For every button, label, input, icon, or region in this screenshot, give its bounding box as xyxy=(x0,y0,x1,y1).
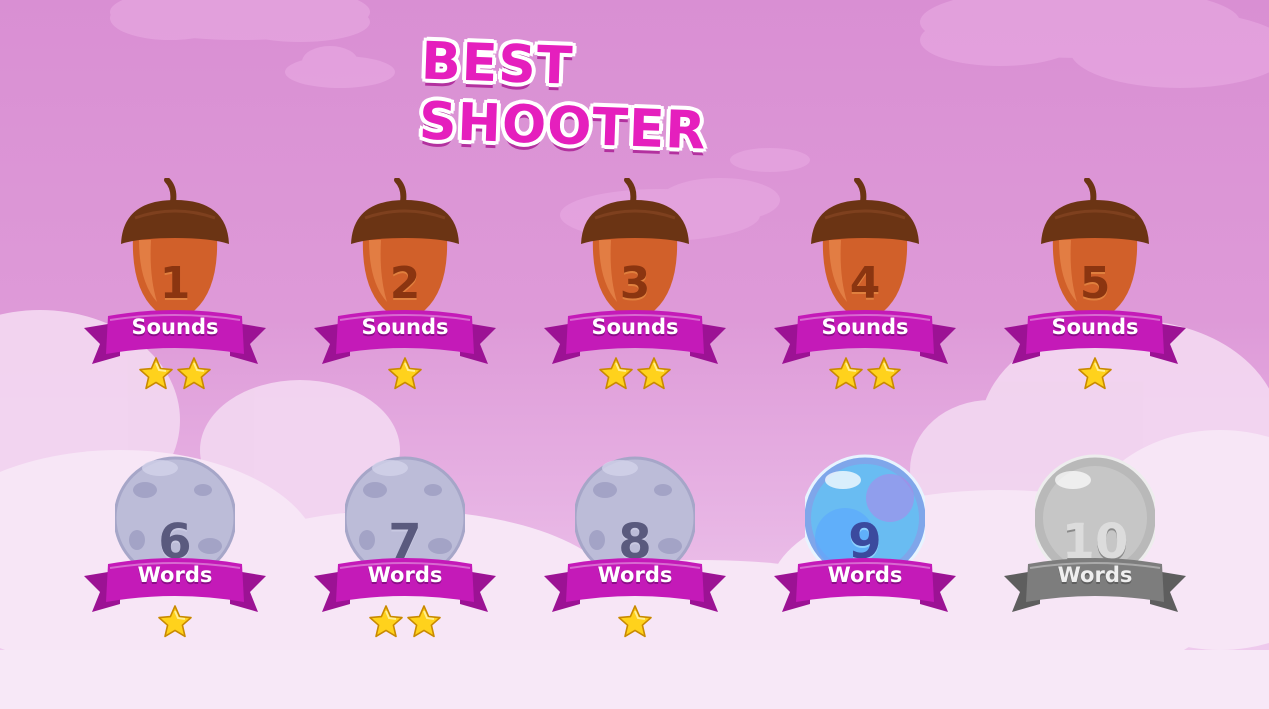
level-6-button[interactable]: 6 Words xyxy=(80,456,270,688)
level-5-button[interactable]: 5 Sounds xyxy=(1000,178,1190,408)
level-category-label: Sounds xyxy=(1051,315,1139,339)
star-icon xyxy=(407,605,441,638)
star-icon xyxy=(158,605,192,638)
level-category-label: Sounds xyxy=(821,315,909,339)
level-3-button[interactable]: 3 Sounds xyxy=(540,178,730,408)
game-title: BEST SHOOTER xyxy=(418,32,850,162)
star-icon xyxy=(637,357,671,390)
level-stars xyxy=(80,604,270,640)
game-title-text: BEST SHOOTER xyxy=(418,31,708,162)
level-stars xyxy=(540,604,730,640)
level-stars xyxy=(540,356,730,392)
level-9-button[interactable]: 9 Words xyxy=(770,454,960,688)
star-icon xyxy=(1078,357,1112,390)
star-icon xyxy=(599,357,633,390)
level-stars xyxy=(1000,356,1190,392)
level-category-label: Sounds xyxy=(131,315,219,339)
star-icon xyxy=(177,357,211,390)
star-icon xyxy=(618,605,652,638)
level-2-button[interactable]: 2 Sounds xyxy=(310,178,500,408)
level-10-button: 10 Words xyxy=(1000,454,1190,688)
level-1-button[interactable]: 1 Sounds xyxy=(80,178,270,408)
level-stars xyxy=(770,604,960,640)
star-icon xyxy=(829,357,863,390)
level-number: 4 xyxy=(849,258,881,309)
level-stars xyxy=(770,356,960,392)
level-category-label: Words xyxy=(597,563,673,587)
level-stars xyxy=(310,356,500,392)
star-icon xyxy=(139,357,173,390)
level-stars xyxy=(310,604,500,640)
level-number: 5 xyxy=(1079,258,1111,309)
level-stars xyxy=(80,356,270,392)
level-number: 1 xyxy=(159,258,191,309)
level-number: 2 xyxy=(389,258,421,309)
level-8-button[interactable]: 8 Words xyxy=(540,456,730,688)
level-category-label: Words xyxy=(367,563,443,587)
level-category-label: Words xyxy=(1057,563,1133,587)
level-category-label: Words xyxy=(827,563,903,587)
star-icon xyxy=(369,605,403,638)
level-7-button[interactable]: 7 Words xyxy=(310,456,500,688)
level-4-button[interactable]: 4 Sounds xyxy=(770,178,960,408)
star-icon xyxy=(388,357,422,390)
level-category-label: Sounds xyxy=(591,315,679,339)
star-icon xyxy=(867,357,901,390)
level-category-label: Words xyxy=(137,563,213,587)
level-category-label: Sounds xyxy=(361,315,449,339)
level-stars xyxy=(1000,604,1190,640)
level-number: 3 xyxy=(619,258,651,309)
